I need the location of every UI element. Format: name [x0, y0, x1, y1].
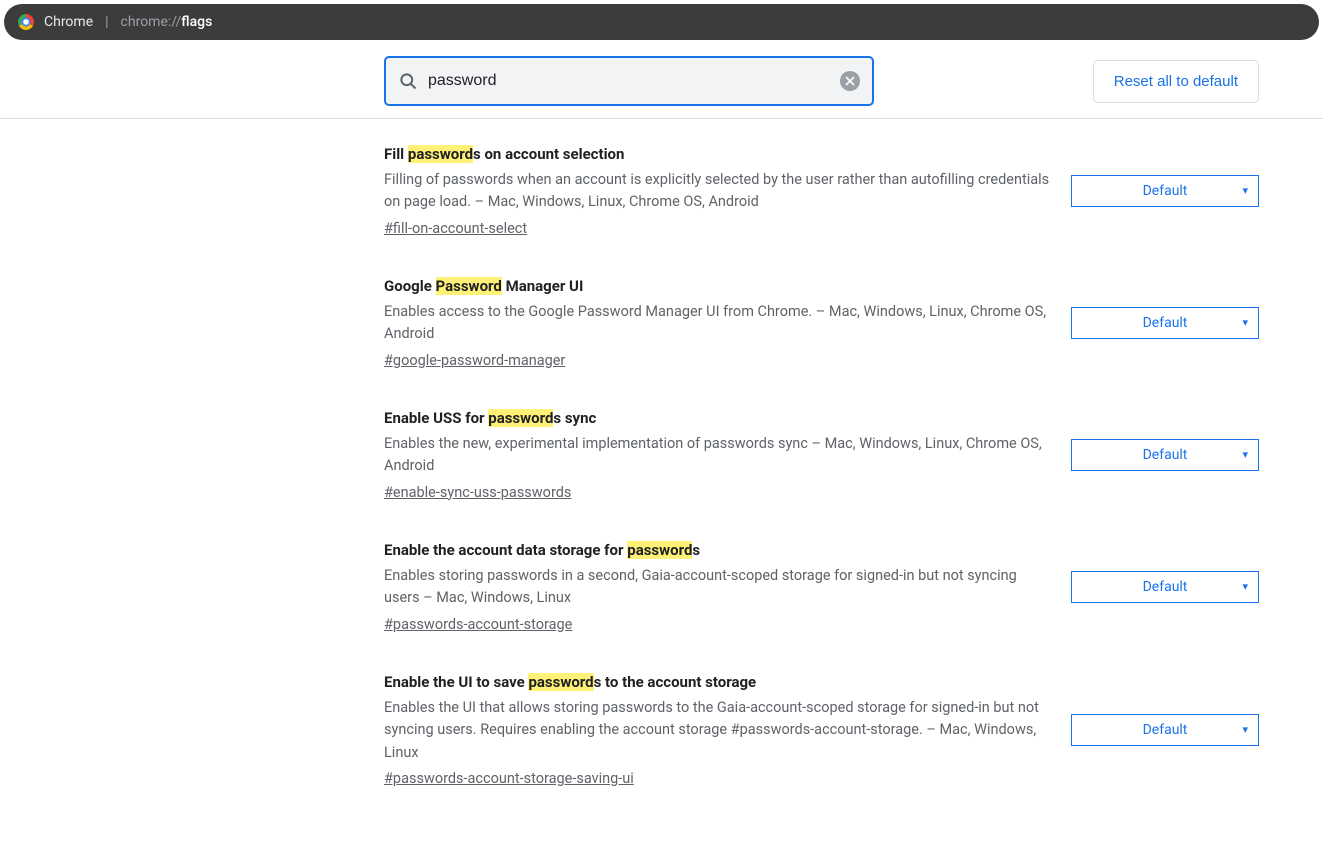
address-bar-url: chrome://flags	[121, 14, 213, 30]
flag-hash-link[interactable]: #enable-sync-uss-passwords	[384, 484, 571, 501]
flag-description: Enables storing passwords in a second, G…	[384, 565, 1051, 610]
url-protocol: chrome://	[121, 14, 182, 30]
flag-item: Enable USS for passwords sync Enables the…	[384, 409, 1259, 501]
reset-all-button[interactable]: Reset all to default	[1093, 60, 1259, 103]
chrome-logo-icon	[18, 14, 34, 30]
flag-title: Fill passwords on account selection	[384, 145, 1051, 163]
url-path: flags	[181, 14, 212, 30]
address-bar-label: Chrome	[44, 14, 93, 30]
flag-state-dropdown[interactable]: Default	[1071, 175, 1259, 207]
flag-main: Enable USS for passwords sync Enables the…	[384, 409, 1051, 501]
address-bar-separator: |	[105, 14, 108, 30]
browser-address-bar[interactable]: Chrome | chrome://flags	[4, 4, 1319, 40]
page-header: Reset all to default	[0, 44, 1323, 119]
flag-description: Enables access to the Google Password Ma…	[384, 301, 1051, 346]
flag-main: Google Password Manager UI Enables access…	[384, 277, 1051, 369]
search-field-container	[384, 56, 874, 106]
flag-title: Enable the account data storage for pass…	[384, 541, 1051, 559]
flag-state-dropdown[interactable]: Default	[1071, 439, 1259, 471]
flag-hash-link[interactable]: #fill-on-account-select	[384, 220, 527, 237]
flag-state-dropdown[interactable]: Default	[1071, 714, 1259, 746]
flag-title: Enable USS for passwords sync	[384, 409, 1051, 427]
flag-main: Enable the UI to save passwords to the a…	[384, 673, 1051, 787]
flag-description: Enables the UI that allows storing passw…	[384, 697, 1051, 764]
flag-hash-link[interactable]: #passwords-account-storage-saving-ui	[384, 770, 634, 787]
flag-hash-link[interactable]: #passwords-account-storage	[384, 616, 572, 633]
flag-main: Fill passwords on account selection Filli…	[384, 145, 1051, 237]
flag-item: Fill passwords on account selection Filli…	[384, 145, 1259, 237]
flags-list: Fill passwords on account selection Filli…	[0, 119, 1323, 787]
clear-search-button[interactable]	[840, 71, 860, 91]
flag-state-dropdown[interactable]: Default	[1071, 571, 1259, 603]
flag-item: Enable the UI to save passwords to the a…	[384, 673, 1259, 787]
flag-description: Filling of passwords when an account is …	[384, 169, 1051, 214]
flag-item: Enable the account data storage for pass…	[384, 541, 1259, 633]
search-icon	[398, 71, 418, 91]
close-icon	[845, 76, 855, 86]
flag-title: Enable the UI to save passwords to the a…	[384, 673, 1051, 691]
flag-description: Enables the new, experimental implementa…	[384, 433, 1051, 478]
flag-hash-link[interactable]: #google-password-manager	[384, 352, 565, 369]
flag-state-dropdown[interactable]: Default	[1071, 307, 1259, 339]
flag-item: Google Password Manager UI Enables access…	[384, 277, 1259, 369]
search-input[interactable]	[428, 72, 830, 90]
flag-main: Enable the account data storage for pass…	[384, 541, 1051, 633]
flag-title: Google Password Manager UI	[384, 277, 1051, 295]
